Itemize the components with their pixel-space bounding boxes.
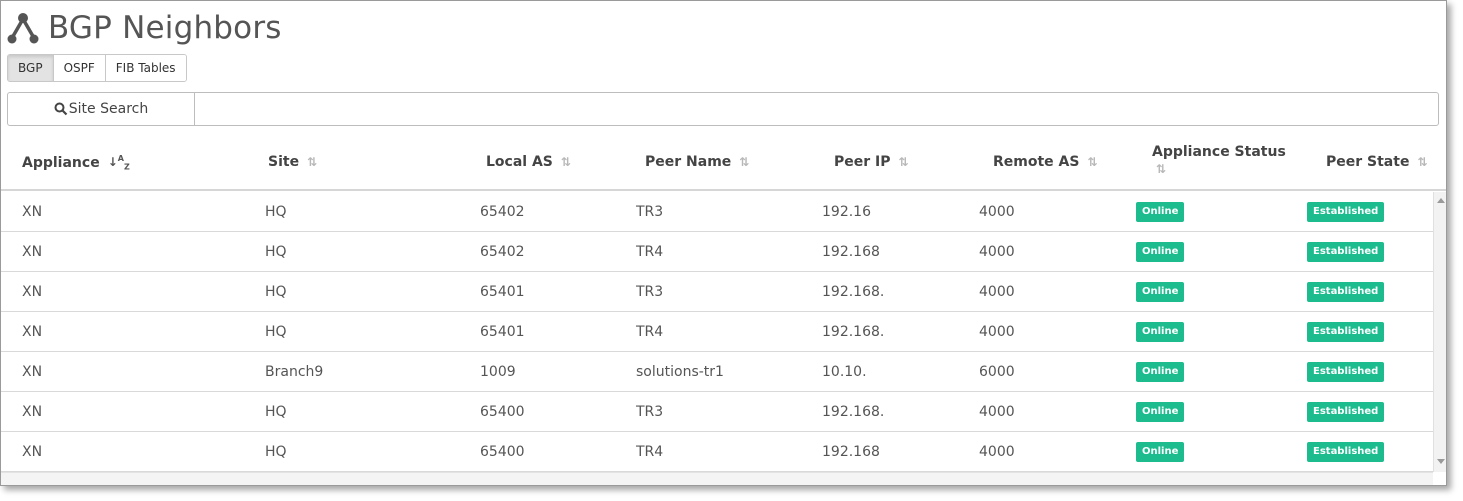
local-as-cell: 65401	[480, 324, 525, 340]
tab-fib-tables[interactable]: FIB Tables	[105, 55, 186, 81]
peer-ip-cell: 192.168	[822, 244, 880, 260]
table-row[interactable]: XN HQ 65402 TR4 192.168 4000 Online Esta…	[1, 232, 1433, 272]
local-as-cell: 65402	[480, 204, 525, 220]
peer-state-badge: Established	[1307, 282, 1385, 302]
sort-icon[interactable]: ⇅	[739, 155, 749, 169]
table-row[interactable]: XN HQ 65402 TR3 192.16 4000 Online Estab…	[1, 192, 1433, 232]
remote-as-cell: 4000	[979, 244, 1015, 260]
page-title: BGP Neighbors	[48, 10, 282, 46]
appliance-cell: XN	[22, 244, 43, 260]
page-header: BGP Neighbors	[6, 7, 282, 49]
peer-ip-cell: 192.168	[822, 444, 880, 460]
sort-icon[interactable]: ⇅	[561, 155, 571, 169]
peer-name-cell: TR4	[636, 324, 664, 340]
local-as-cell: 1009	[480, 364, 516, 380]
site-cell: Branch9	[265, 364, 324, 380]
sort-ascending-icon[interactable]: ↓AZ	[108, 154, 130, 171]
appliance-status-badge: Online	[1136, 282, 1185, 302]
appliance-status-badge: Online	[1136, 202, 1185, 222]
column-header-remote-as[interactable]: Remote AS ⇅	[993, 154, 1098, 170]
column-header-peer-state[interactable]: Peer State ⇅	[1326, 154, 1428, 170]
column-header-appliance-status[interactable]: Appliance Status ⇅	[1152, 144, 1286, 176]
peer-ip-cell: 192.16	[822, 204, 871, 220]
appliance-status-badge: Online	[1136, 362, 1185, 382]
peer-ip-cell: 192.168.	[822, 284, 885, 300]
peer-state-badge: Established	[1307, 402, 1385, 422]
network-topology-icon	[7, 13, 39, 44]
site-cell: HQ	[265, 204, 287, 220]
column-header-peer-name[interactable]: Peer Name ⇅	[645, 154, 749, 170]
appliance-status-badge: Online	[1136, 322, 1185, 342]
sort-icon[interactable]: ⇅	[899, 155, 909, 169]
appliance-status-badge: Online	[1136, 402, 1185, 422]
column-header-site[interactable]: Site ⇅	[268, 154, 317, 170]
column-header-appliance[interactable]: Appliance ↓AZ	[22, 154, 130, 171]
site-search-input[interactable]	[195, 93, 1438, 125]
peer-name-cell: solutions-tr1	[636, 364, 724, 380]
sort-icon[interactable]: ⇅	[1087, 155, 1097, 169]
peer-state-badge: Established	[1307, 242, 1385, 262]
sort-icon[interactable]: ⇅	[1156, 162, 1166, 176]
appliance-cell: XN	[22, 324, 43, 340]
site-cell: HQ	[265, 324, 287, 340]
routing-tabs: BGP OSPF FIB Tables	[7, 54, 187, 82]
bgp-neighbors-window: BGP Neighbors BGP OSPF FIB Tables Site S…	[0, 0, 1447, 486]
tab-ospf[interactable]: OSPF	[53, 55, 106, 81]
search-icon	[54, 102, 68, 116]
appliance-cell: XN	[22, 364, 43, 380]
local-as-cell: 65400	[480, 404, 525, 420]
peer-name-cell: TR4	[636, 244, 664, 260]
tab-bgp[interactable]: BGP	[8, 55, 54, 81]
local-as-cell: 65400	[480, 444, 525, 460]
peer-name-cell: TR3	[636, 284, 664, 300]
peer-state-badge: Established	[1307, 322, 1385, 342]
table-row[interactable]: XN HQ 65400 TR4 192.168 4000 Online Esta…	[1, 432, 1433, 472]
local-as-cell: 65402	[480, 244, 525, 260]
appliance-status-badge: Online	[1136, 242, 1185, 262]
table-row[interactable]: XN Branch9 1009 solutions-tr1 10.10. 600…	[1, 352, 1433, 392]
remote-as-cell: 4000	[979, 404, 1015, 420]
sort-icon[interactable]: ⇅	[1417, 155, 1427, 169]
appliance-cell: XN	[22, 204, 43, 220]
site-cell: HQ	[265, 284, 287, 300]
site-search-bar: Site Search	[7, 92, 1439, 126]
table-header: Appliance ↓AZ Site ⇅ Local AS ⇅ Peer Nam…	[1, 135, 1446, 191]
peer-state-badge: Established	[1307, 442, 1385, 462]
peer-name-cell: TR3	[636, 404, 664, 420]
table-row[interactable]: XN HQ 65401 TR3 192.168. 4000 Online Est…	[1, 272, 1433, 312]
remote-as-cell: 6000	[979, 364, 1015, 380]
vertical-scrollbar[interactable]	[1433, 192, 1446, 472]
remote-as-cell: 4000	[979, 324, 1015, 340]
appliance-cell: XN	[22, 404, 43, 420]
table-row[interactable]: XN HQ 65400 TR3 192.168. 4000 Online Est…	[1, 392, 1433, 432]
appliance-cell: XN	[22, 284, 43, 300]
peer-ip-cell: 192.168.	[822, 324, 885, 340]
site-cell: HQ	[265, 444, 287, 460]
appliance-cell: XN	[22, 444, 43, 460]
site-cell: HQ	[265, 244, 287, 260]
column-header-local-as[interactable]: Local AS ⇅	[486, 154, 571, 170]
horizontal-scrollbar[interactable]	[1, 472, 1433, 485]
site-search-label: Site Search	[68, 101, 149, 117]
peer-name-cell: TR4	[636, 444, 664, 460]
remote-as-cell: 4000	[979, 444, 1015, 460]
sort-icon[interactable]: ⇅	[307, 155, 317, 169]
peer-name-cell: TR3	[636, 204, 664, 220]
scroll-up-arrow-icon[interactable]	[1437, 198, 1445, 203]
site-search-button[interactable]: Site Search	[8, 93, 195, 125]
local-as-cell: 65401	[480, 284, 525, 300]
column-header-peer-ip[interactable]: Peer IP ⇅	[834, 154, 909, 170]
table-row[interactable]: XN HQ 65401 TR4 192.168. 4000 Online Est…	[1, 312, 1433, 352]
peer-state-badge: Established	[1307, 202, 1385, 222]
site-cell: HQ	[265, 404, 287, 420]
appliance-status-badge: Online	[1136, 442, 1185, 462]
scroll-down-arrow-icon[interactable]	[1437, 459, 1445, 464]
peer-ip-cell: 10.10.	[822, 364, 867, 380]
peer-ip-cell: 192.168.	[822, 404, 885, 420]
remote-as-cell: 4000	[979, 284, 1015, 300]
remote-as-cell: 4000	[979, 204, 1015, 220]
bgp-neighbors-table: XN HQ 65402 TR3 192.16 4000 Online Estab…	[1, 192, 1433, 472]
peer-state-badge: Established	[1307, 362, 1385, 382]
